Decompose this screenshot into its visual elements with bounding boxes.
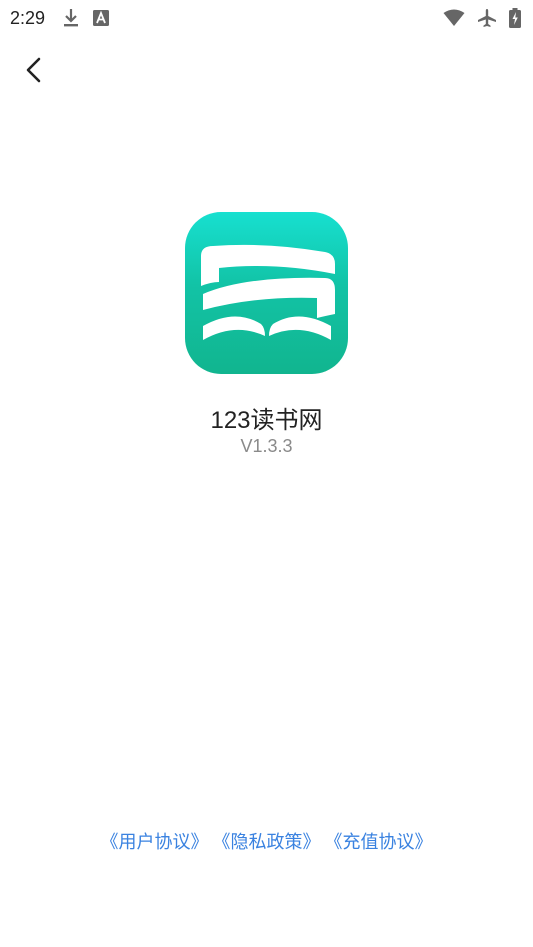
status-left: 2:29 [10,7,110,29]
app-version: V1.3.3 [240,436,293,456]
open-book-logo-icon [185,212,348,374]
font-a-icon [93,10,110,26]
status-time: 2:29 [10,7,46,28]
app-name: 123读书网 [210,407,323,434]
recharge-agreement-link[interactable]: 《充值协议》 [325,828,433,854]
download-icon [63,8,79,28]
footer-links: 《用户协议》 《隐私政策》 《充值协议》 [0,828,533,854]
chevron-left-icon [25,57,43,83]
back-button[interactable] [14,50,54,90]
battery-charging-icon [509,8,521,28]
system-icons [443,8,521,28]
notification-icons [63,8,110,28]
privacy-policy-link[interactable]: 《隐私政策》 [213,828,321,854]
wifi-icon [443,9,465,27]
app-logo [185,212,348,374]
status-bar: 2:29 [0,0,533,36]
user-agreement-link[interactable]: 《用户协议》 [101,828,209,854]
airplane-mode-icon [477,8,497,28]
